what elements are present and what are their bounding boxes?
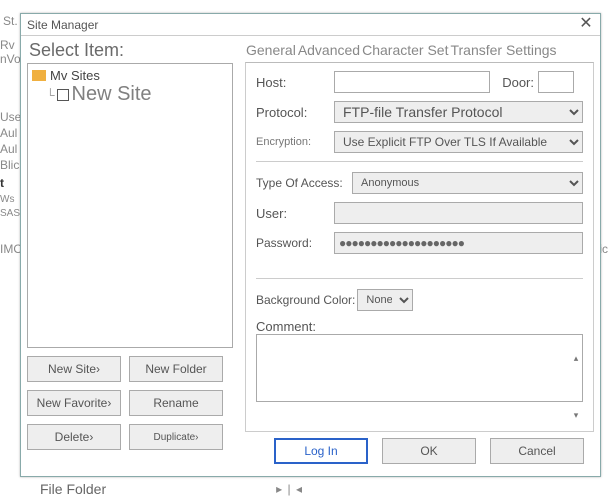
bg-text: Ws [0,194,14,205]
bg-text: t [0,176,4,190]
access-type-label: Type Of Access: [256,176,352,190]
bgcolor-select[interactable]: None [357,289,413,311]
tab-advanced[interactable]: Advanced [297,38,361,62]
host-label: Host: [256,75,334,90]
site-manager-dialog: Site Manager ✕ Select Item: Mv Sites └ N… [20,13,601,477]
user-input [334,202,583,224]
folder-icon [32,70,46,81]
comment-textarea[interactable] [256,334,583,402]
window-title: Site Manager [27,14,98,36]
bg-text: nVo [0,52,21,66]
user-label: User: [256,206,334,221]
tab-general[interactable]: General [245,38,297,62]
tree-root[interactable]: Mv Sites [32,68,228,83]
tab-bar: General Advanced Character Set Transfer … [245,36,594,62]
bgcolor-label: Background Color: [256,293,355,307]
comment-label: Comment: [256,319,316,334]
password-label: Password: [256,236,334,250]
tree-item-label: New Site [72,83,152,106]
bg-text: St. [3,14,18,28]
site-icon [57,89,69,101]
protocol-label: Protocol: [256,105,334,120]
password-input [334,232,583,254]
new-favorite-button[interactable]: New Favorite› [27,390,121,416]
filetype-label: File Folder [40,481,106,497]
encryption-label: Encryption: [256,136,334,148]
bg-text: Aul [0,126,17,140]
scroll-down-icon: ▾ [569,410,583,421]
background-strip: File Folder ▸ | ◂ [40,481,303,497]
protocol-select[interactable]: FTP-file Transfer Protocol [334,101,583,123]
bg-text: SAS [0,208,20,219]
divider [256,161,583,162]
tab-transfer[interactable]: Transfer Settings [449,38,557,62]
tree-root-label: Mv Sites [50,68,100,83]
host-input[interactable] [334,71,490,93]
rename-button[interactable]: Rename [129,390,223,416]
access-type-select[interactable]: Anonymous [352,172,583,194]
bg-text: Aul [0,142,17,156]
bg-text: Use [0,110,21,124]
divider [256,278,583,279]
new-site-button[interactable]: New Site› [27,356,121,382]
select-item-heading: Select Item: [29,40,237,61]
bg-text: Rv [0,38,15,52]
tree-item-newsite[interactable]: └ New Site [46,83,228,106]
new-folder-button[interactable]: New Folder [129,356,223,382]
site-tree[interactable]: Mv Sites └ New Site [27,63,233,348]
nav-arrows-icon: ▸ | ◂ [276,482,303,496]
door-label: Door: [490,75,534,90]
encryption-select[interactable]: Use Explicit FTP Over TLS If Available [334,131,583,153]
titlebar[interactable]: Site Manager ✕ [21,14,600,36]
bg-text: Blic [0,158,19,172]
ok-button[interactable]: OK [382,438,476,464]
door-input[interactable] [538,71,574,93]
tab-charset[interactable]: Character Set [361,38,449,62]
close-icon[interactable]: ✕ [578,17,594,33]
login-button[interactable]: Log In [274,438,368,464]
cancel-button[interactable]: Cancel [490,438,584,464]
dialog-footer: Log In OK Cancel [21,438,600,468]
tree-branch-icon: └ [46,88,55,102]
